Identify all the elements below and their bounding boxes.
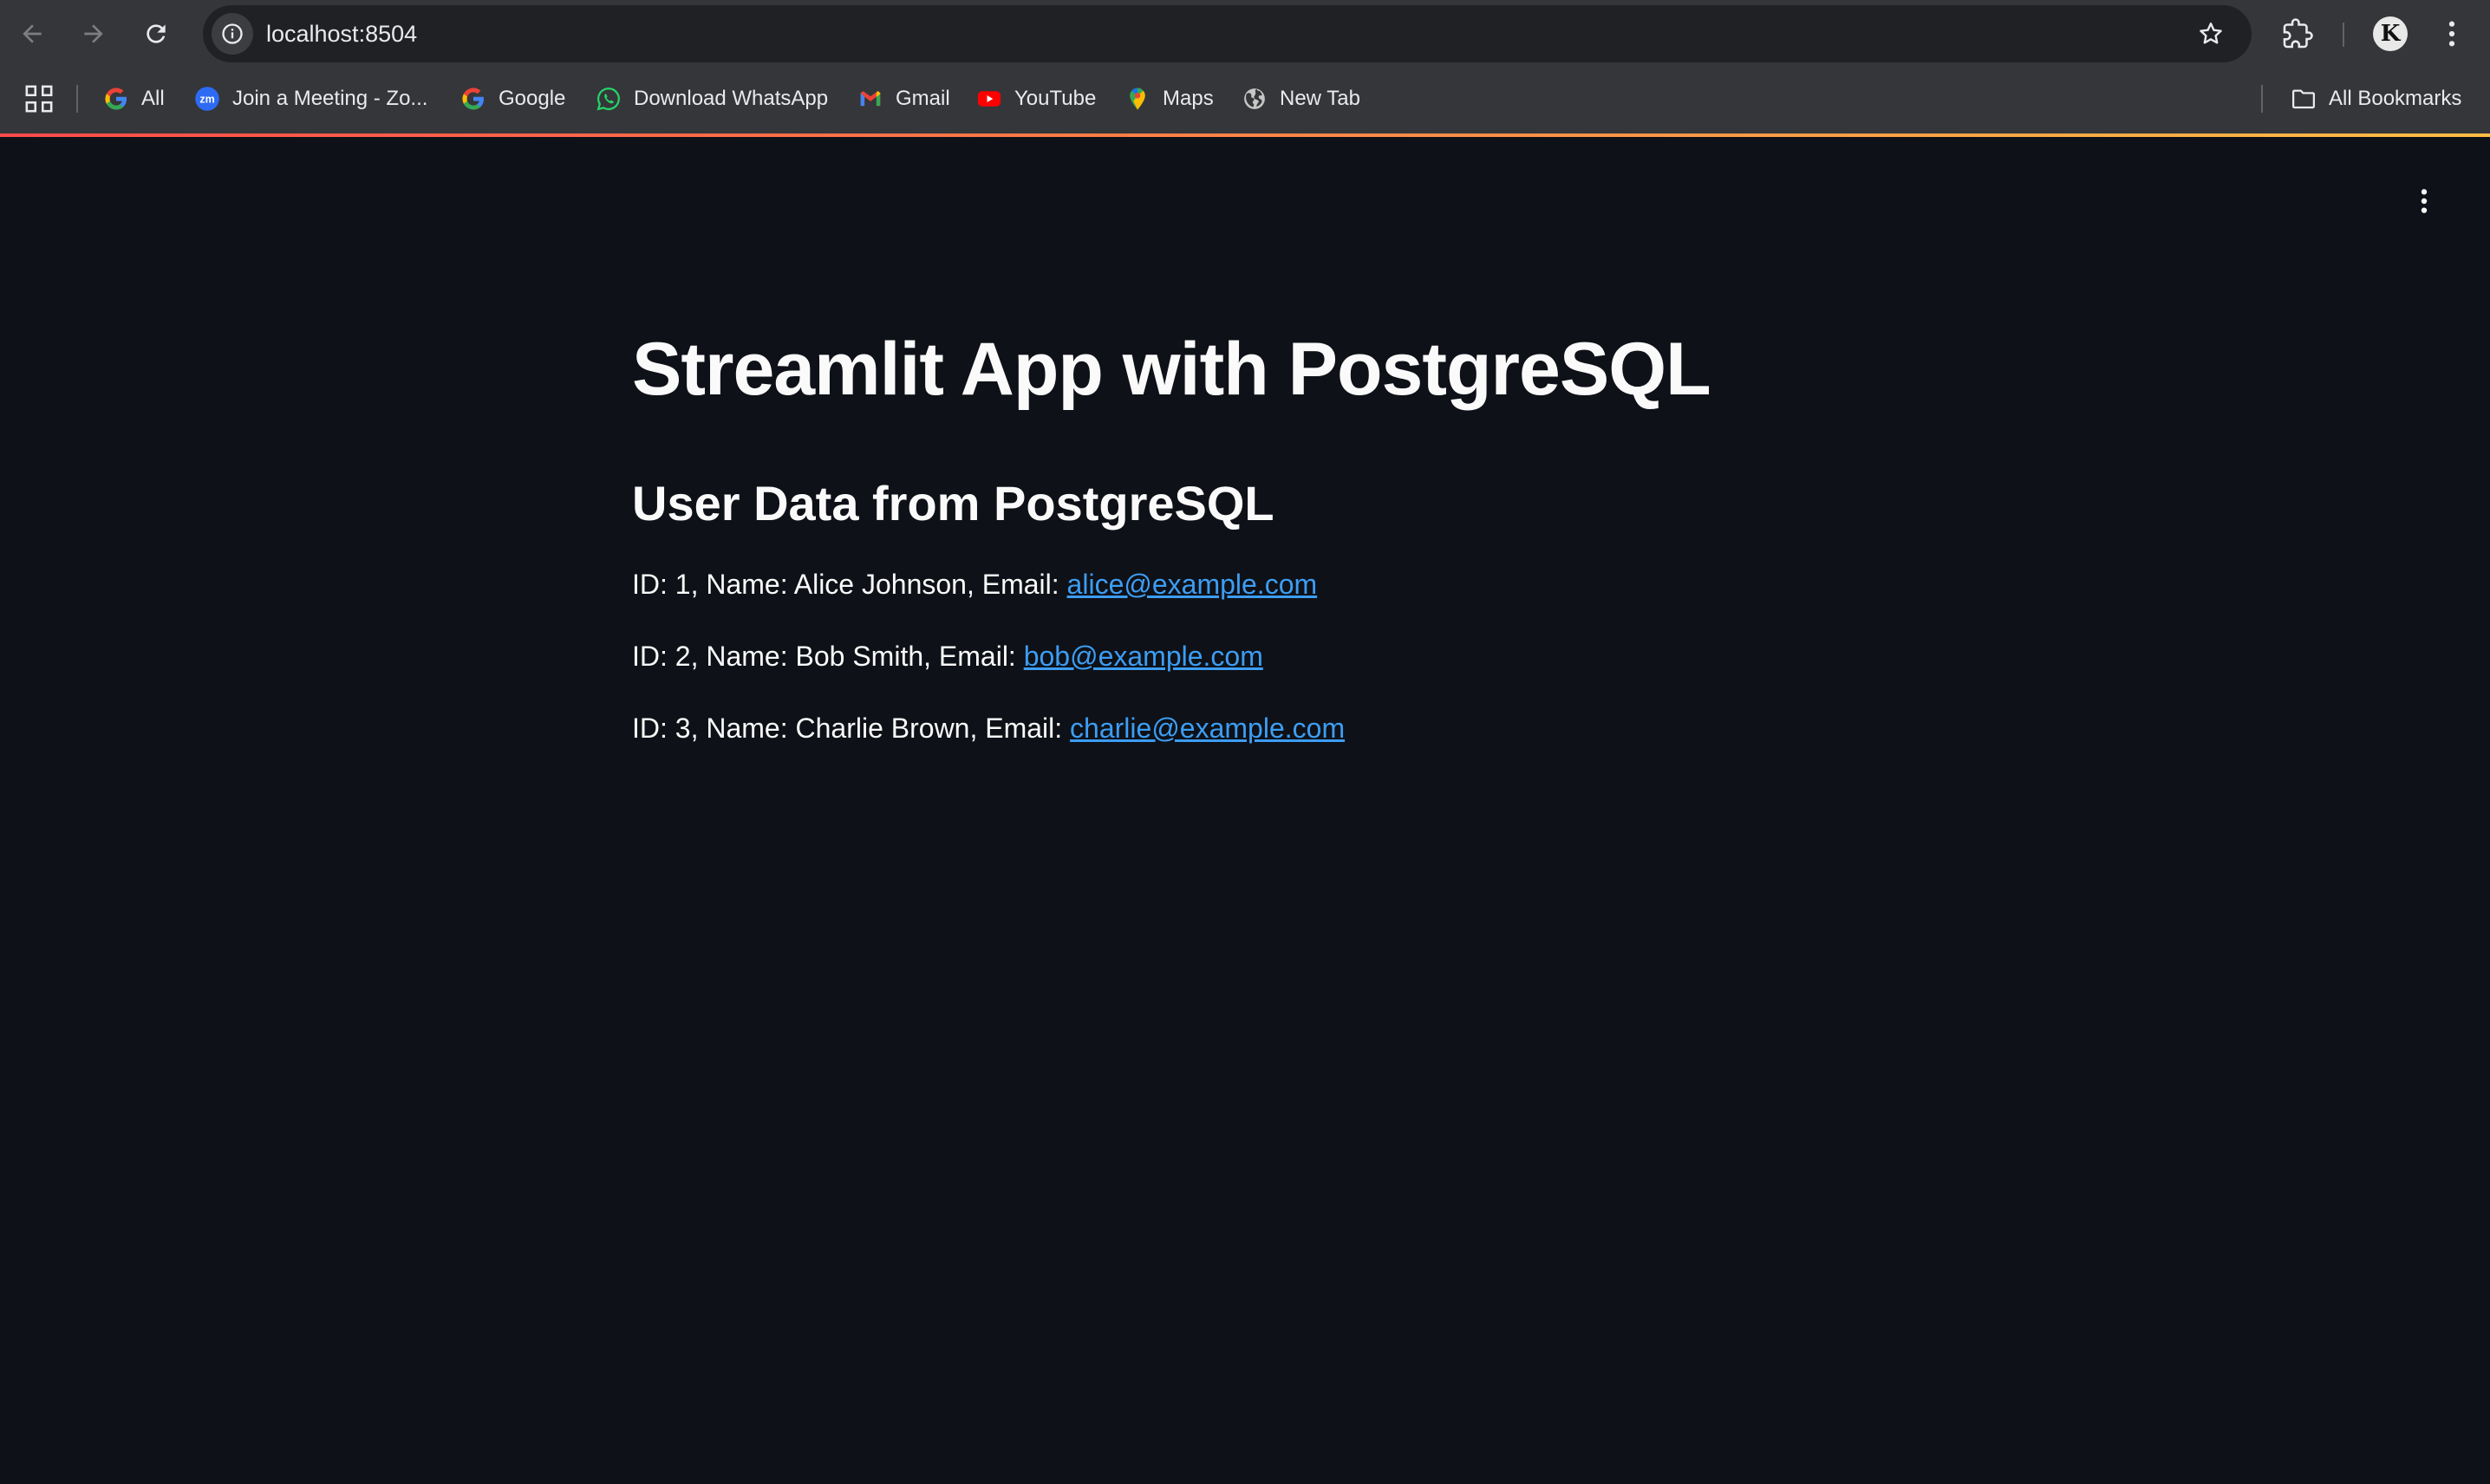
email-link[interactable]: bob@example.com xyxy=(1024,641,1263,672)
address-bar[interactable]: localhost:8504 xyxy=(203,5,2252,62)
bookmark-star-button[interactable] xyxy=(2194,17,2227,50)
user-row: ID: 2, Name: Bob Smith, Email: bob@examp… xyxy=(632,642,1263,670)
streamlit-app: Streamlit App with PostgreSQL User Data … xyxy=(0,137,2490,1484)
bookmark-whatsapp[interactable]: Download WhatsApp xyxy=(596,80,828,118)
reload-icon xyxy=(147,24,166,43)
bookmark-label: Download WhatsApp xyxy=(634,87,829,110)
bookmark-label: Gmail xyxy=(896,87,950,110)
google-icon xyxy=(103,86,129,112)
bookmark-maps[interactable]: Maps xyxy=(1124,80,1214,118)
svg-text:zm: zm xyxy=(199,93,214,105)
whatsapp-icon xyxy=(596,86,622,112)
user-row-text: ID: 3, Name: Charlie Brown, Email: xyxy=(632,713,1071,744)
bookmarks-divider xyxy=(2261,85,2263,113)
app-main-menu-button[interactable] xyxy=(2410,182,2438,220)
gmail-icon xyxy=(857,86,883,112)
bookmark-all[interactable]: All xyxy=(103,80,165,118)
bookmark-label: Join a Meeting - Zo... xyxy=(232,87,428,110)
user-row-text: ID: 2, Name: Bob Smith, Email: xyxy=(632,641,1024,672)
section-subheader: User Data from PostgreSQL xyxy=(632,476,1274,530)
arrow-left-icon xyxy=(23,24,42,43)
youtube-icon xyxy=(976,86,1002,112)
bookmark-youtube[interactable]: YouTube xyxy=(976,80,1096,118)
browser-menu-button[interactable] xyxy=(2436,15,2467,53)
globe-icon xyxy=(1242,86,1268,112)
browser-toolbar: localhost:8504 K xyxy=(0,0,2490,68)
apps-grid-icon[interactable] xyxy=(24,84,54,114)
info-icon xyxy=(222,23,243,44)
bookmark-gmail[interactable]: Gmail xyxy=(857,80,950,118)
extensions-button[interactable] xyxy=(2278,15,2317,53)
profile-avatar[interactable]: K xyxy=(2373,16,2408,51)
email-link[interactable]: alice@example.com xyxy=(1067,569,1318,600)
toolbar-divider xyxy=(2343,23,2344,47)
puzzle-icon xyxy=(2283,18,2313,49)
bookmark-label: Maps xyxy=(1163,87,1214,110)
bookmark-new-tab[interactable]: New Tab xyxy=(1242,80,1360,118)
user-row: ID: 1, Name: Alice Johnson, Email: alice… xyxy=(632,570,1317,598)
user-row-text: ID: 1, Name: Alice Johnson, Email: xyxy=(632,569,1067,600)
bookmark-google[interactable]: Google xyxy=(460,80,565,118)
url-text[interactable]: localhost:8504 xyxy=(266,5,417,62)
reload-button[interactable] xyxy=(137,15,175,53)
back-button[interactable] xyxy=(13,15,51,53)
bookmark-label: New Tab xyxy=(1280,87,1360,110)
star-icon xyxy=(2200,23,2222,44)
bookmark-label: YouTube xyxy=(1014,87,1097,110)
more-vert-icon xyxy=(2421,189,2428,213)
folder-icon xyxy=(2291,86,2317,112)
zoom-icon: zm xyxy=(194,86,220,112)
user-row: ID: 3, Name: Charlie Brown, Email: charl… xyxy=(632,714,1345,742)
forward-button[interactable] xyxy=(75,15,113,53)
bookmark-label: Google xyxy=(499,87,566,110)
maps-pin-icon xyxy=(1124,86,1150,112)
bookmarks-divider xyxy=(76,85,78,113)
bookmark-zoom[interactable]: zm Join a Meeting - Zo... xyxy=(194,80,427,118)
more-vert-icon xyxy=(2448,21,2455,47)
arrow-right-icon xyxy=(84,24,103,43)
all-bookmarks-label: All Bookmarks xyxy=(2329,87,2462,110)
bookmarks-bar: All zm Join a Meeting - Zo... Google Dow… xyxy=(0,68,2490,136)
all-bookmarks-button[interactable]: All Bookmarks xyxy=(2291,80,2461,118)
browser-chrome: localhost:8504 K All zm Join a Meeting -… xyxy=(0,0,2490,136)
email-link[interactable]: charlie@example.com xyxy=(1070,713,1345,744)
bookmark-label: All xyxy=(141,87,165,110)
page-title: Streamlit App with PostgreSQL xyxy=(632,328,1711,411)
google-icon xyxy=(460,86,486,112)
site-info-button[interactable] xyxy=(212,13,253,55)
